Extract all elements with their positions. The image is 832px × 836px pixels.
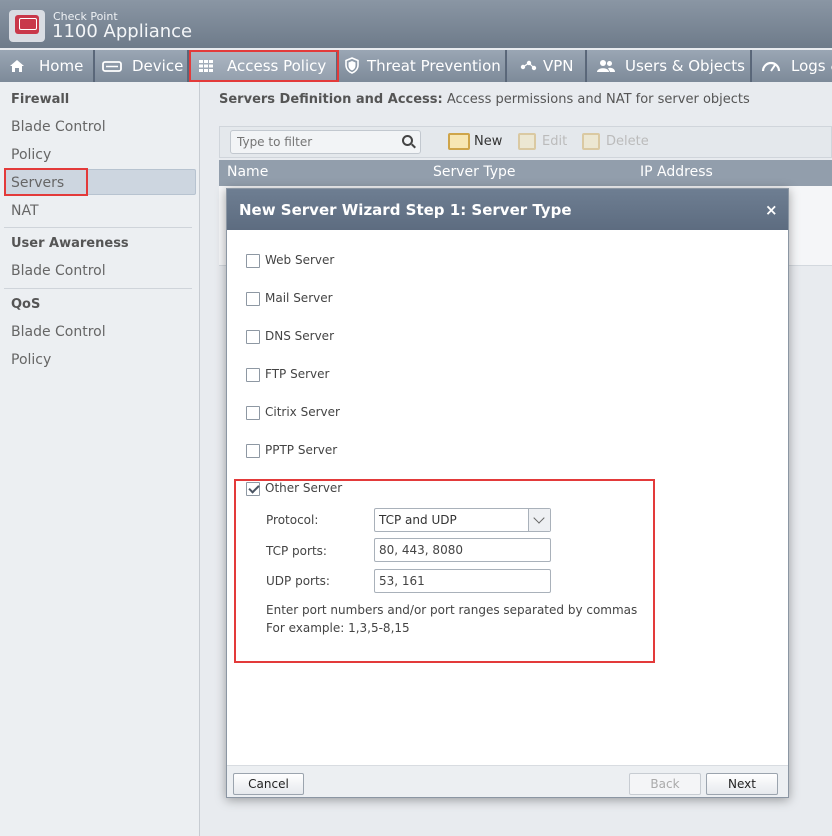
udp-ports-input[interactable]	[374, 569, 551, 593]
ftp-server-label: FTP Server	[265, 367, 330, 381]
udp-ports-label: UDP ports:	[266, 574, 330, 588]
ports-hint: Enter port numbers and/or port ranges se…	[266, 601, 637, 637]
citrix-server-checkbox[interactable]	[246, 406, 260, 420]
ports-hint-line2: For example: 1,3,5-8,15	[266, 621, 410, 635]
tab-users-objects[interactable]: Users & Objects	[587, 50, 751, 82]
filter-input[interactable]	[230, 130, 421, 154]
column-server-type[interactable]: Server Type	[433, 164, 516, 180]
main-nav: Home Device Access Policy Threat Prevent…	[0, 50, 832, 82]
sidebar-item-qos-policy[interactable]: Policy	[11, 352, 51, 368]
grid-icon	[199, 60, 213, 72]
tcp-ports-label: TCP ports:	[266, 544, 327, 558]
tab-threat-prevention-label: Threat Prevention	[367, 57, 501, 75]
app-title: 1100 Appliance	[52, 21, 193, 42]
page-title-description: Access permissions and NAT for server ob…	[442, 92, 750, 107]
citrix-server-label: Citrix Server	[265, 405, 340, 419]
pptp-server-label: PPTP Server	[265, 443, 338, 457]
servers-toolbar: New Edit Delete	[219, 126, 832, 158]
tab-vpn-label: VPN	[543, 57, 574, 75]
new-icon	[448, 133, 470, 150]
dialog-footer: Cancel Back Next	[227, 765, 788, 797]
page-title-bold: Servers Definition and Access:	[219, 92, 443, 107]
tcp-ports-input[interactable]	[374, 538, 551, 562]
page-title: Servers Definition and Access: Access pe…	[219, 92, 750, 107]
sidebar-item-ua-blade-control[interactable]: Blade Control	[11, 263, 106, 279]
tab-logs[interactable]: Logs &	[752, 50, 832, 82]
column-name[interactable]: Name	[227, 164, 268, 180]
chevron-down-icon[interactable]	[528, 509, 550, 531]
dialog-title: New Server Wizard Step 1: Server Type	[239, 201, 572, 219]
sidebar-divider	[4, 227, 192, 228]
logs-icon	[761, 61, 781, 72]
sidebar-heading-qos: QoS	[11, 297, 41, 312]
tab-home[interactable]: Home	[0, 50, 94, 82]
close-icon[interactable]: ×	[765, 201, 778, 219]
home-icon	[10, 60, 24, 72]
tab-vpn[interactable]: VPN	[507, 50, 586, 82]
dialog-header: New Server Wizard Step 1: Server Type ×	[227, 189, 788, 230]
other-server-label: Other Server	[265, 481, 343, 495]
sidebar-heading-firewall: Firewall	[11, 92, 70, 107]
mail-server-checkbox[interactable]	[246, 292, 260, 306]
web-server-label: Web Server	[265, 253, 335, 267]
appliance-logo-icon	[15, 15, 39, 34]
tab-threat-prevention[interactable]: Threat Prevention	[338, 50, 506, 82]
column-ip-address[interactable]: IP Address	[640, 164, 713, 180]
new-server-wizard-dialog: New Server Wizard Step 1: Server Type × …	[226, 188, 789, 798]
protocol-select[interactable]: TCP and UDP	[374, 508, 551, 532]
tab-access-policy-label: Access Policy	[227, 57, 327, 75]
servers-table-header: Name Server Type IP Address	[219, 160, 832, 186]
next-button[interactable]: Next	[706, 773, 778, 795]
ftp-server-checkbox[interactable]	[246, 368, 260, 382]
tab-users-objects-label: Users & Objects	[625, 57, 745, 75]
app-header: Check Point 1100 Appliance	[0, 0, 832, 48]
mail-server-label: Mail Server	[265, 291, 333, 305]
cancel-button[interactable]: Cancel	[233, 773, 304, 795]
sidebar-item-qos-blade-control[interactable]: Blade Control	[11, 324, 106, 340]
tab-access-policy[interactable]: Access Policy	[189, 50, 337, 82]
web-server-checkbox[interactable]	[246, 254, 260, 268]
protocol-label: Protocol:	[266, 513, 319, 527]
sidebar: Firewall Blade Control Policy Servers NA…	[0, 82, 200, 836]
sidebar-item-policy[interactable]: Policy	[11, 147, 51, 163]
tab-device[interactable]: Device	[95, 50, 188, 82]
new-button[interactable]: New	[474, 134, 502, 149]
delete-icon	[582, 133, 600, 150]
edit-button[interactable]: Edit	[542, 134, 567, 149]
delete-button[interactable]: Delete	[606, 134, 649, 149]
app-logo	[9, 10, 45, 42]
back-button[interactable]: Back	[629, 773, 701, 795]
tab-home-label: Home	[39, 57, 84, 75]
search-icon[interactable]	[402, 135, 413, 146]
dns-server-checkbox[interactable]	[246, 330, 260, 344]
users-icon	[597, 60, 615, 72]
other-server-checkbox[interactable]	[246, 482, 260, 496]
tab-logs-label: Logs &	[791, 57, 832, 75]
vpn-icon	[520, 60, 537, 71]
edit-icon	[518, 133, 536, 150]
shield-icon	[345, 57, 359, 74]
sidebar-divider	[4, 288, 192, 289]
device-icon	[102, 61, 122, 72]
sidebar-item-nat[interactable]: NAT	[11, 203, 39, 219]
sidebar-item-blade-control[interactable]: Blade Control	[11, 119, 106, 135]
pptp-server-checkbox[interactable]	[246, 444, 260, 458]
tab-device-label: Device	[132, 57, 184, 75]
sidebar-heading-user-awareness: User Awareness	[11, 236, 129, 251]
dns-server-label: DNS Server	[265, 329, 334, 343]
protocol-value: TCP and UDP	[379, 513, 457, 527]
sidebar-item-servers[interactable]: Servers	[11, 175, 64, 191]
ports-hint-line1: Enter port numbers and/or port ranges se…	[266, 603, 638, 617]
